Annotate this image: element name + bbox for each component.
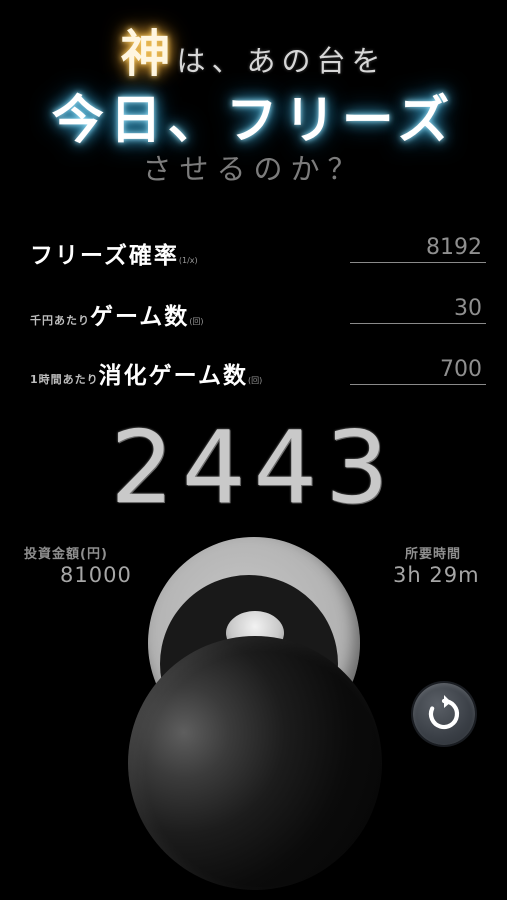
- refresh-icon: [428, 695, 460, 730]
- games-per-hour-prefix: 1時間あたり: [30, 373, 99, 386]
- result-games: 2443: [110, 409, 397, 526]
- title-kami: 神: [120, 24, 173, 83]
- investment-label: 投資金額(円): [24, 547, 108, 562]
- freeze-prob-unit: (1/x): [178, 256, 198, 265]
- games-per-hour-label-main: 消化ゲーム数: [98, 363, 248, 389]
- freeze-prob-input[interactable]: [350, 233, 486, 263]
- title-line-1-text: は、あの台を: [176, 44, 387, 78]
- games-per-hour-label: 1時間あたり消化ゲーム数(回): [30, 356, 262, 390]
- games-per-hour-input[interactable]: [350, 355, 486, 385]
- games-per-1000-input[interactable]: [350, 294, 486, 324]
- time-value: 3h 29m: [393, 563, 480, 587]
- freeze-prob-label: フリーズ確率(1/x): [30, 236, 198, 270]
- title-line-3: させるのか？: [142, 152, 365, 186]
- title-line-1: 神は、あの台を: [0, 14, 507, 86]
- reset-button[interactable]: [413, 683, 475, 745]
- title-line-2: 今日、フリーズ: [51, 91, 456, 151]
- games-per-hour-unit: (回): [247, 376, 263, 385]
- knob-icon[interactable]: [128, 636, 382, 890]
- games-per-1000-prefix: 千円あたり: [30, 314, 90, 327]
- games-per-1000-label-main: ゲーム数: [90, 304, 190, 330]
- games-per-1000-label: 千円あたりゲーム数(回): [30, 297, 204, 331]
- games-per-1000-unit: (回): [189, 317, 204, 326]
- investment-value: 81000: [60, 563, 132, 587]
- freeze-prob-label-main: フリーズ確率: [30, 243, 179, 269]
- time-label: 所要時間: [405, 547, 462, 562]
